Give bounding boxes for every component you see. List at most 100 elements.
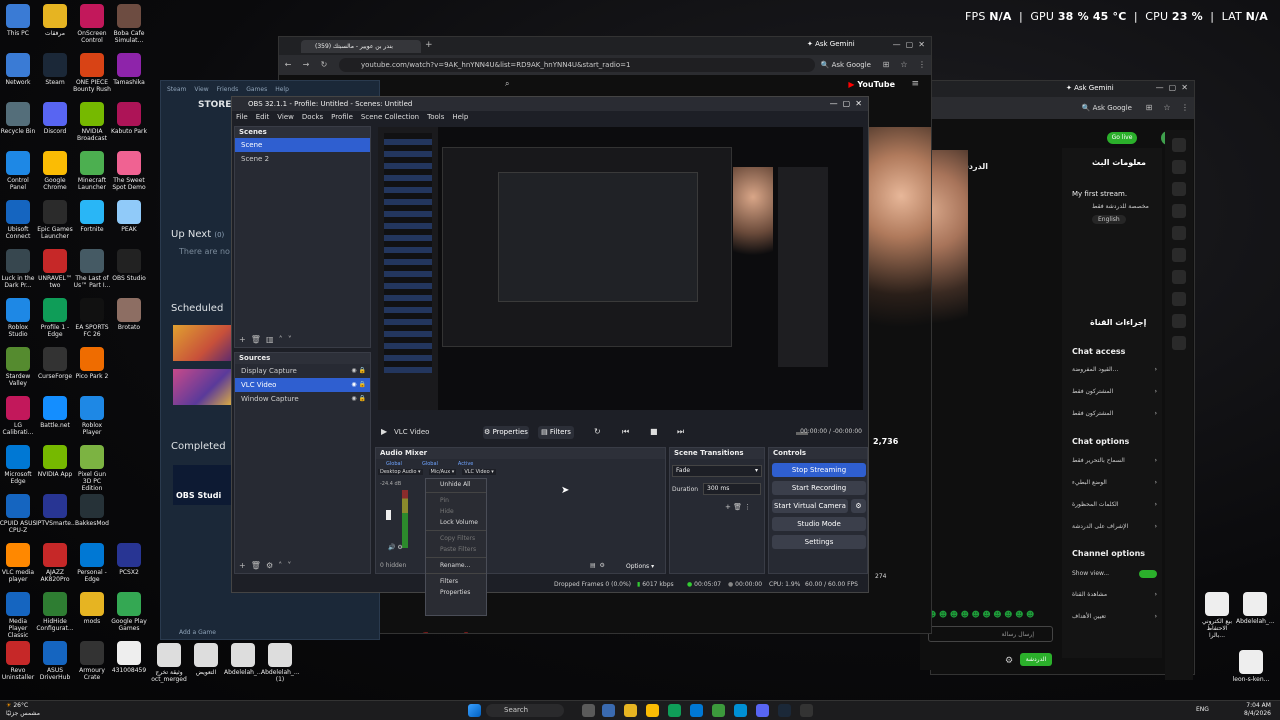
scheduled-thumb-1[interactable]	[173, 325, 233, 361]
source-item[interactable]: VLC Video ◉ 🔒	[235, 378, 370, 392]
obs-menu-item[interactable]: File	[236, 113, 248, 121]
obs-studio-thumb[interactable]: OBS Studi	[173, 465, 233, 505]
xbox-icon[interactable]	[712, 704, 725, 717]
desktop-icon[interactable]: 431008459	[110, 641, 148, 674]
new-tab-button[interactable]: +	[425, 40, 433, 50]
desktop-icon[interactable]: Profile 1 - Edge	[36, 298, 74, 338]
desktop-icon[interactable]: Stardew Valley	[0, 347, 37, 387]
back-icon[interactable]: ←	[283, 60, 293, 70]
desktop-icon[interactable]: Boba Cafe Simulat...	[110, 4, 148, 44]
context-menu-item[interactable]: Filters	[426, 576, 486, 587]
desktop-icon[interactable]: Kabuto Park	[110, 102, 148, 135]
restart-icon[interactable]: ↻	[594, 427, 601, 436]
desktop-icon[interactable]: Pixel Gun 3D PC Edition	[73, 445, 111, 492]
desktop-icon[interactable]: Media Player Classic	[0, 592, 37, 639]
crop-icon[interactable]	[1172, 182, 1186, 196]
settings-row[interactable]: مشاهدة القناة ›	[1072, 591, 1157, 613]
mixer-options-button[interactable]: Options ▾	[626, 563, 654, 570]
steam-icon[interactable]	[778, 704, 791, 717]
duration-input[interactable]: 300 ms	[703, 483, 761, 495]
menu-icon[interactable]: ⋮	[1180, 103, 1190, 113]
bookmark-icon[interactable]: ☆	[899, 60, 909, 70]
broadcast-icon[interactable]	[1172, 270, 1186, 284]
volume-slider[interactable]	[386, 510, 391, 520]
desktop-icon[interactable]: Discord	[36, 102, 74, 135]
layout-icon[interactable]	[1172, 292, 1186, 306]
desktop-icon[interactable]: PEAK	[110, 200, 148, 233]
menu-icon[interactable]: ≡	[911, 79, 919, 89]
stop-icon[interactable]: ■	[650, 427, 658, 436]
reload-icon[interactable]: ↻	[319, 60, 329, 70]
send-chat-button[interactable]: الدردشة	[1020, 653, 1052, 666]
settings-row[interactable]: المشتركون فقط ›	[1072, 388, 1157, 410]
transition-select[interactable]: Fade ▾	[672, 465, 762, 477]
scene-item[interactable]: Scene 2	[235, 152, 370, 166]
settings-row[interactable]: القيود المفروضة... ›	[1072, 366, 1157, 388]
mute-icon[interactable]: 🔊 ⚙	[388, 544, 403, 551]
desktop-icon[interactable]: ONE PIECE Bounty Rush	[73, 53, 111, 93]
visibility-eye-icon[interactable]: ◉ 🔒	[351, 392, 366, 406]
clock[interactable]: 7:04 AM 8/4/2026	[1244, 702, 1271, 718]
mixer-tab[interactable]: Global	[386, 461, 402, 467]
chrome-icon[interactable]	[646, 704, 659, 717]
context-menu-item[interactable]: Properties	[426, 587, 486, 598]
desktop-icon[interactable]: مرفقات	[36, 4, 74, 37]
desktop-icon[interactable]: Fortnite	[73, 200, 111, 233]
transition-toolbar[interactable]: + 🗑 ⋮	[725, 503, 751, 511]
settings-row[interactable]: تعيين الأهداف ›	[1072, 613, 1157, 635]
tab-youtube[interactable]: بندر بن عويير - مالسبتك (359)	[301, 40, 421, 53]
mixer-channel[interactable]: Desktop Audio ▾	[378, 469, 423, 475]
lightning-icon[interactable]	[1172, 204, 1186, 218]
steam-store-tab[interactable]: STORE	[198, 100, 231, 110]
forward-icon[interactable]: →	[301, 60, 311, 70]
settings-row[interactable]: المشتركون فقط ›	[1072, 410, 1157, 432]
desktop-icon[interactable]: Roblox Player	[73, 396, 111, 436]
stop-streaming-button[interactable]: Stop Streaming	[772, 463, 866, 477]
wrench-icon[interactable]	[1172, 314, 1186, 328]
youtube-logo[interactable]: ▶ YouTube	[848, 80, 895, 89]
obs-menu-item[interactable]: Scene Collection	[361, 113, 419, 121]
virtual-camera-settings-icon[interactable]: ⚙	[851, 499, 866, 513]
desktop-icon[interactable]: ASUS DriverHub	[36, 641, 74, 681]
steam-menu-item[interactable]: Help	[275, 86, 289, 93]
window-controls[interactable]: — ▢ ✕	[1156, 83, 1188, 92]
obs-menu-item[interactable]: Help	[452, 113, 468, 121]
window-controls[interactable]: — ▢ ✕	[893, 40, 925, 49]
clipboard-icon[interactable]	[1172, 226, 1186, 240]
context-menu-item[interactable]: Rename...	[426, 560, 486, 571]
add-game-button[interactable]: Add a Game	[179, 629, 216, 636]
desktop-icon[interactable]: Brotato	[110, 298, 148, 331]
desktop-icon[interactable]: Control Panel	[0, 151, 37, 191]
visibility-eye-icon[interactable]: ◉ 🔒	[351, 378, 366, 392]
mixer-tab[interactable]: Active	[458, 461, 473, 467]
desktop-icon[interactable]: Minecraft Launcher	[73, 151, 111, 191]
settings-row[interactable]: الكلمات المحظورة ›	[1072, 501, 1157, 523]
desktop-icon[interactable]: PCSX2	[110, 543, 148, 576]
desktop-icon[interactable]: Roblox Studio	[0, 298, 37, 338]
visibility-eye-icon[interactable]: ◉ 🔒	[351, 364, 366, 378]
obs-menu-item[interactable]: Docks	[302, 113, 323, 121]
ask-gemini-button[interactable]: ✦ Ask Gemini	[1066, 84, 1114, 92]
desktop-icon[interactable]: HidHide Configurat...	[36, 592, 74, 632]
taskbar-app-2[interactable]	[602, 704, 615, 717]
desktop-icon[interactable]: AJAZZ AK820Pro	[36, 543, 74, 583]
desktop-icon[interactable]: Armoury Crate	[73, 641, 111, 681]
extension-icon[interactable]: ⊞	[1144, 103, 1154, 113]
obs-menu-item[interactable]: Profile	[331, 113, 353, 121]
desktop-icon[interactable]: Battle.net	[36, 396, 74, 429]
edge-icon[interactable]	[734, 704, 747, 717]
desktop-icon[interactable]: OBS Studio	[110, 249, 148, 282]
group-icon[interactable]	[1172, 336, 1186, 350]
desktop-icon[interactable]: UNRAVEL™ two	[36, 249, 74, 289]
mixer-tab[interactable]: Global	[422, 461, 438, 467]
window-controls[interactable]: — ▢ ✕	[830, 97, 862, 111]
desktop-icon[interactable]: This PC	[0, 4, 37, 37]
source-item[interactable]: Window Capture ◉ 🔒	[235, 392, 370, 406]
desktop-file[interactable]: التعويض	[187, 643, 225, 676]
desktop-icon[interactable]: Steam	[36, 53, 74, 86]
obs-icon[interactable]	[800, 704, 813, 717]
settings-row[interactable]: الوضع البطيء ›	[1072, 479, 1157, 501]
taskbar-app-1[interactable]	[582, 704, 595, 717]
obs-preview[interactable]	[378, 127, 863, 410]
desktop-icon[interactable]: Microsoft Edge	[0, 445, 37, 485]
